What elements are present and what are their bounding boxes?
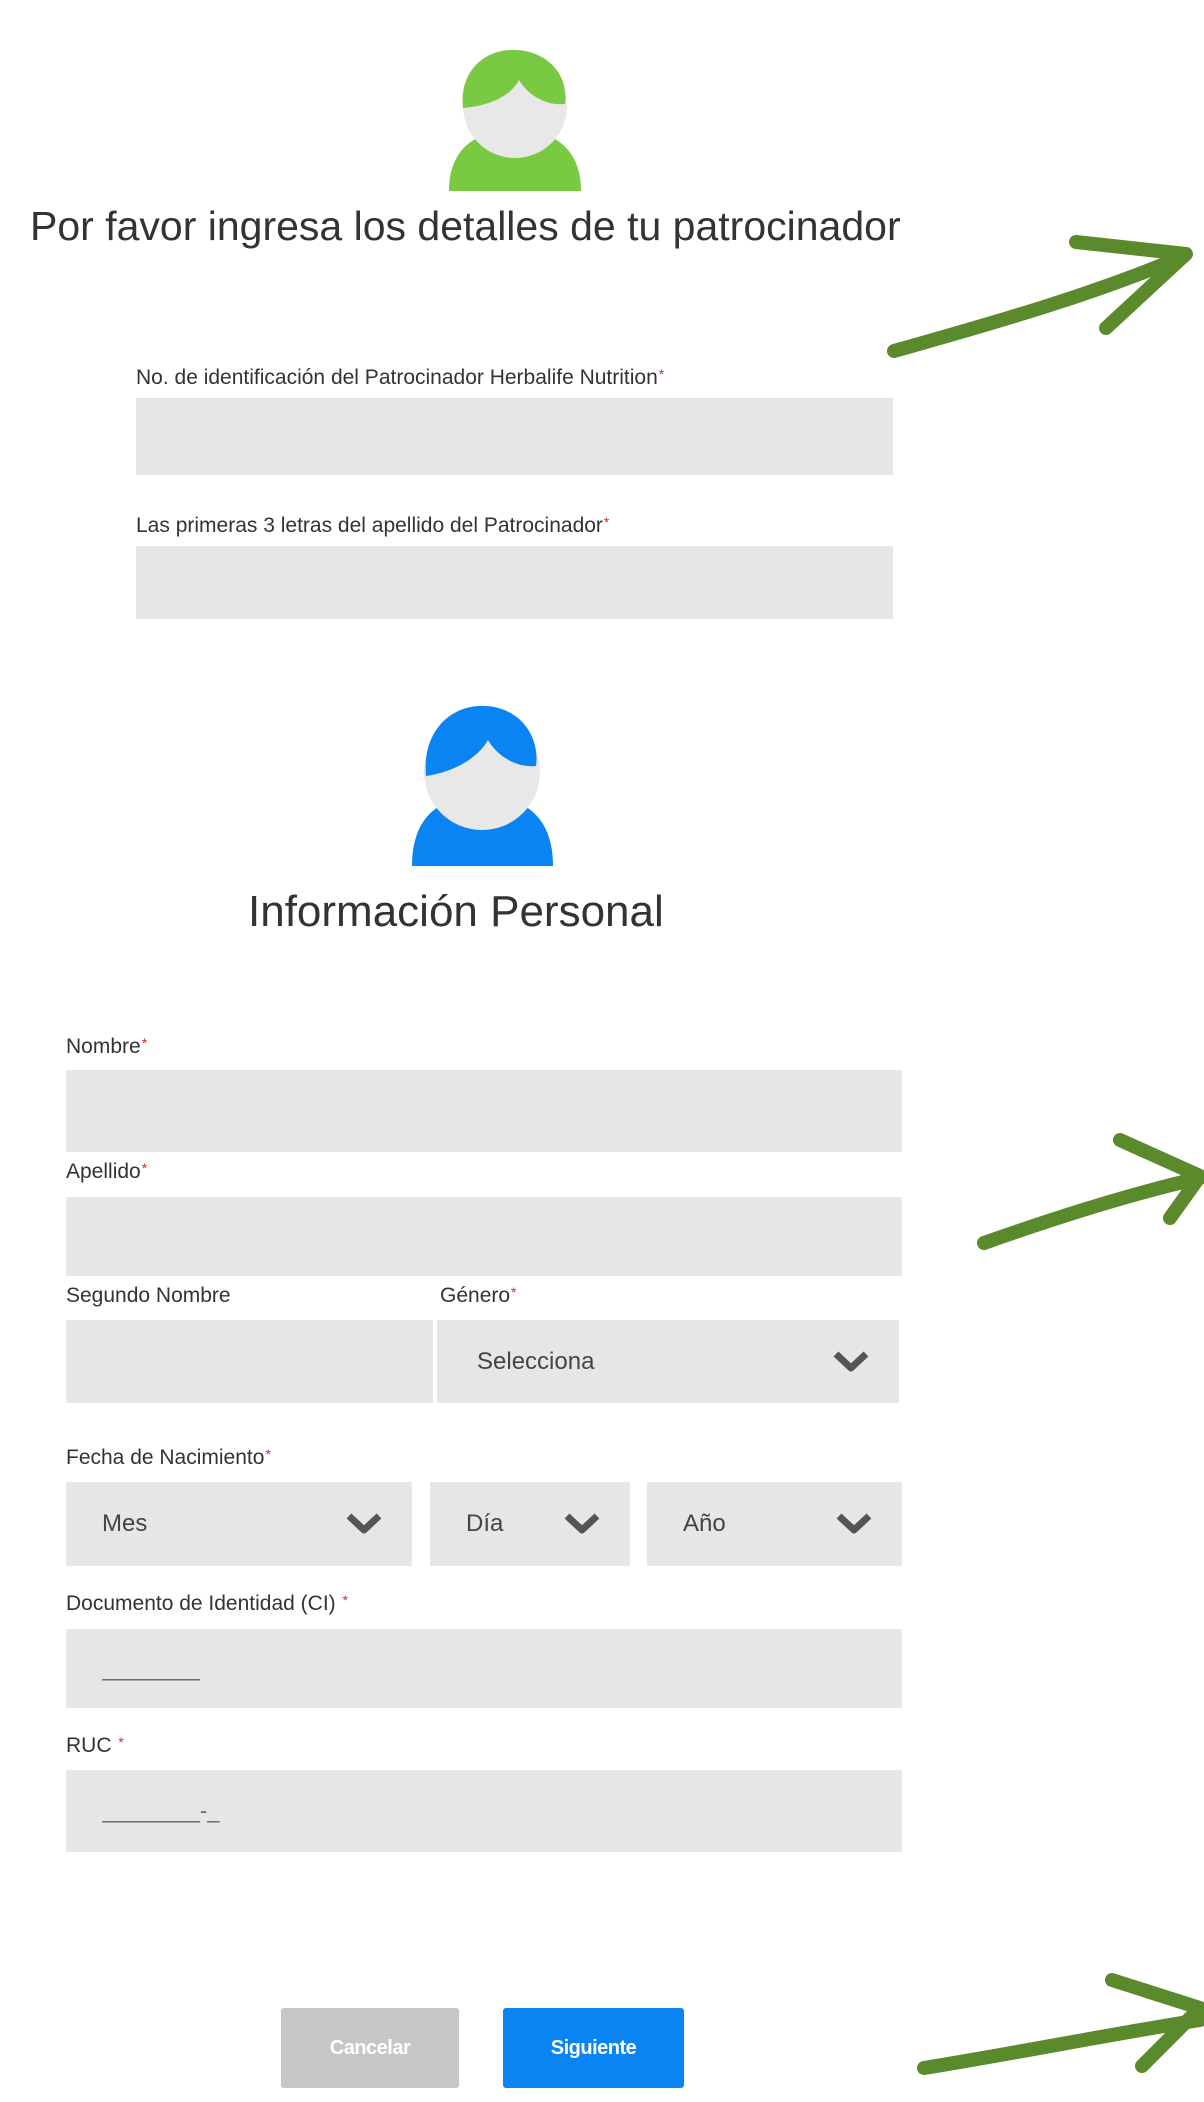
- cancel-button[interactable]: Cancelar: [281, 2008, 459, 2088]
- id-document-label: Documento de Identidad (CI) *: [66, 1592, 348, 1615]
- sponsor-lastname-label: Las primeras 3 letras del apellido del P…: [136, 514, 610, 537]
- arrow-icon: [887, 235, 1193, 358]
- first-name-label: Nombre*: [66, 1035, 148, 1058]
- chevron-down-icon: [564, 1513, 600, 1535]
- required-marker: *: [658, 366, 665, 382]
- arrow-icon: [917, 1973, 1204, 2075]
- sponsor-avatar-icon: [449, 49, 581, 191]
- required-marker: *: [118, 1734, 124, 1750]
- middle-name-label: Segundo Nombre: [66, 1284, 231, 1307]
- sponsor-id-input[interactable]: [136, 398, 893, 475]
- arrow-icon: [977, 1133, 1204, 1250]
- last-name-label: Apellido*: [66, 1160, 148, 1183]
- sponsor-section-title: Por favor ingresa los detalles de tu pat…: [30, 203, 901, 249]
- required-marker: *: [342, 1592, 348, 1608]
- gender-select[interactable]: Selecciona: [437, 1320, 899, 1403]
- required-marker: *: [141, 1035, 148, 1051]
- birth-day-value: Día: [466, 1510, 504, 1537]
- birth-day-select[interactable]: Día: [430, 1482, 630, 1566]
- chevron-down-icon: [346, 1513, 382, 1535]
- chevron-down-icon: [833, 1350, 869, 1373]
- next-button[interactable]: Siguiente: [503, 2008, 684, 2088]
- chevron-down-icon: [836, 1513, 872, 1535]
- ruc-input[interactable]: [66, 1770, 902, 1852]
- ruc-label: RUC *: [66, 1734, 124, 1757]
- personal-section-title: Información Personal: [248, 887, 664, 936]
- birth-month-select[interactable]: Mes: [66, 1482, 412, 1566]
- birthdate-label: Fecha de Nacimiento*: [66, 1446, 271, 1469]
- required-marker: *: [265, 1446, 271, 1462]
- last-name-input[interactable]: [66, 1197, 902, 1276]
- first-name-input[interactable]: [66, 1070, 902, 1152]
- required-marker: *: [511, 1284, 517, 1300]
- sponsor-lastname-input[interactable]: [136, 546, 893, 619]
- gender-label: Género*: [440, 1284, 517, 1307]
- personal-avatar-icon: [412, 705, 553, 866]
- gender-select-value: Selecciona: [477, 1347, 595, 1375]
- birth-month-value: Mes: [102, 1510, 148, 1537]
- sponsor-id-label: No. de identificación del Patrocinador H…: [136, 366, 665, 389]
- id-document-input[interactable]: [66, 1629, 902, 1708]
- required-marker: *: [141, 1160, 148, 1176]
- birth-year-select[interactable]: Año: [647, 1482, 902, 1566]
- middle-name-input[interactable]: [66, 1320, 433, 1403]
- required-marker: *: [603, 514, 610, 530]
- birth-year-value: Año: [683, 1510, 726, 1537]
